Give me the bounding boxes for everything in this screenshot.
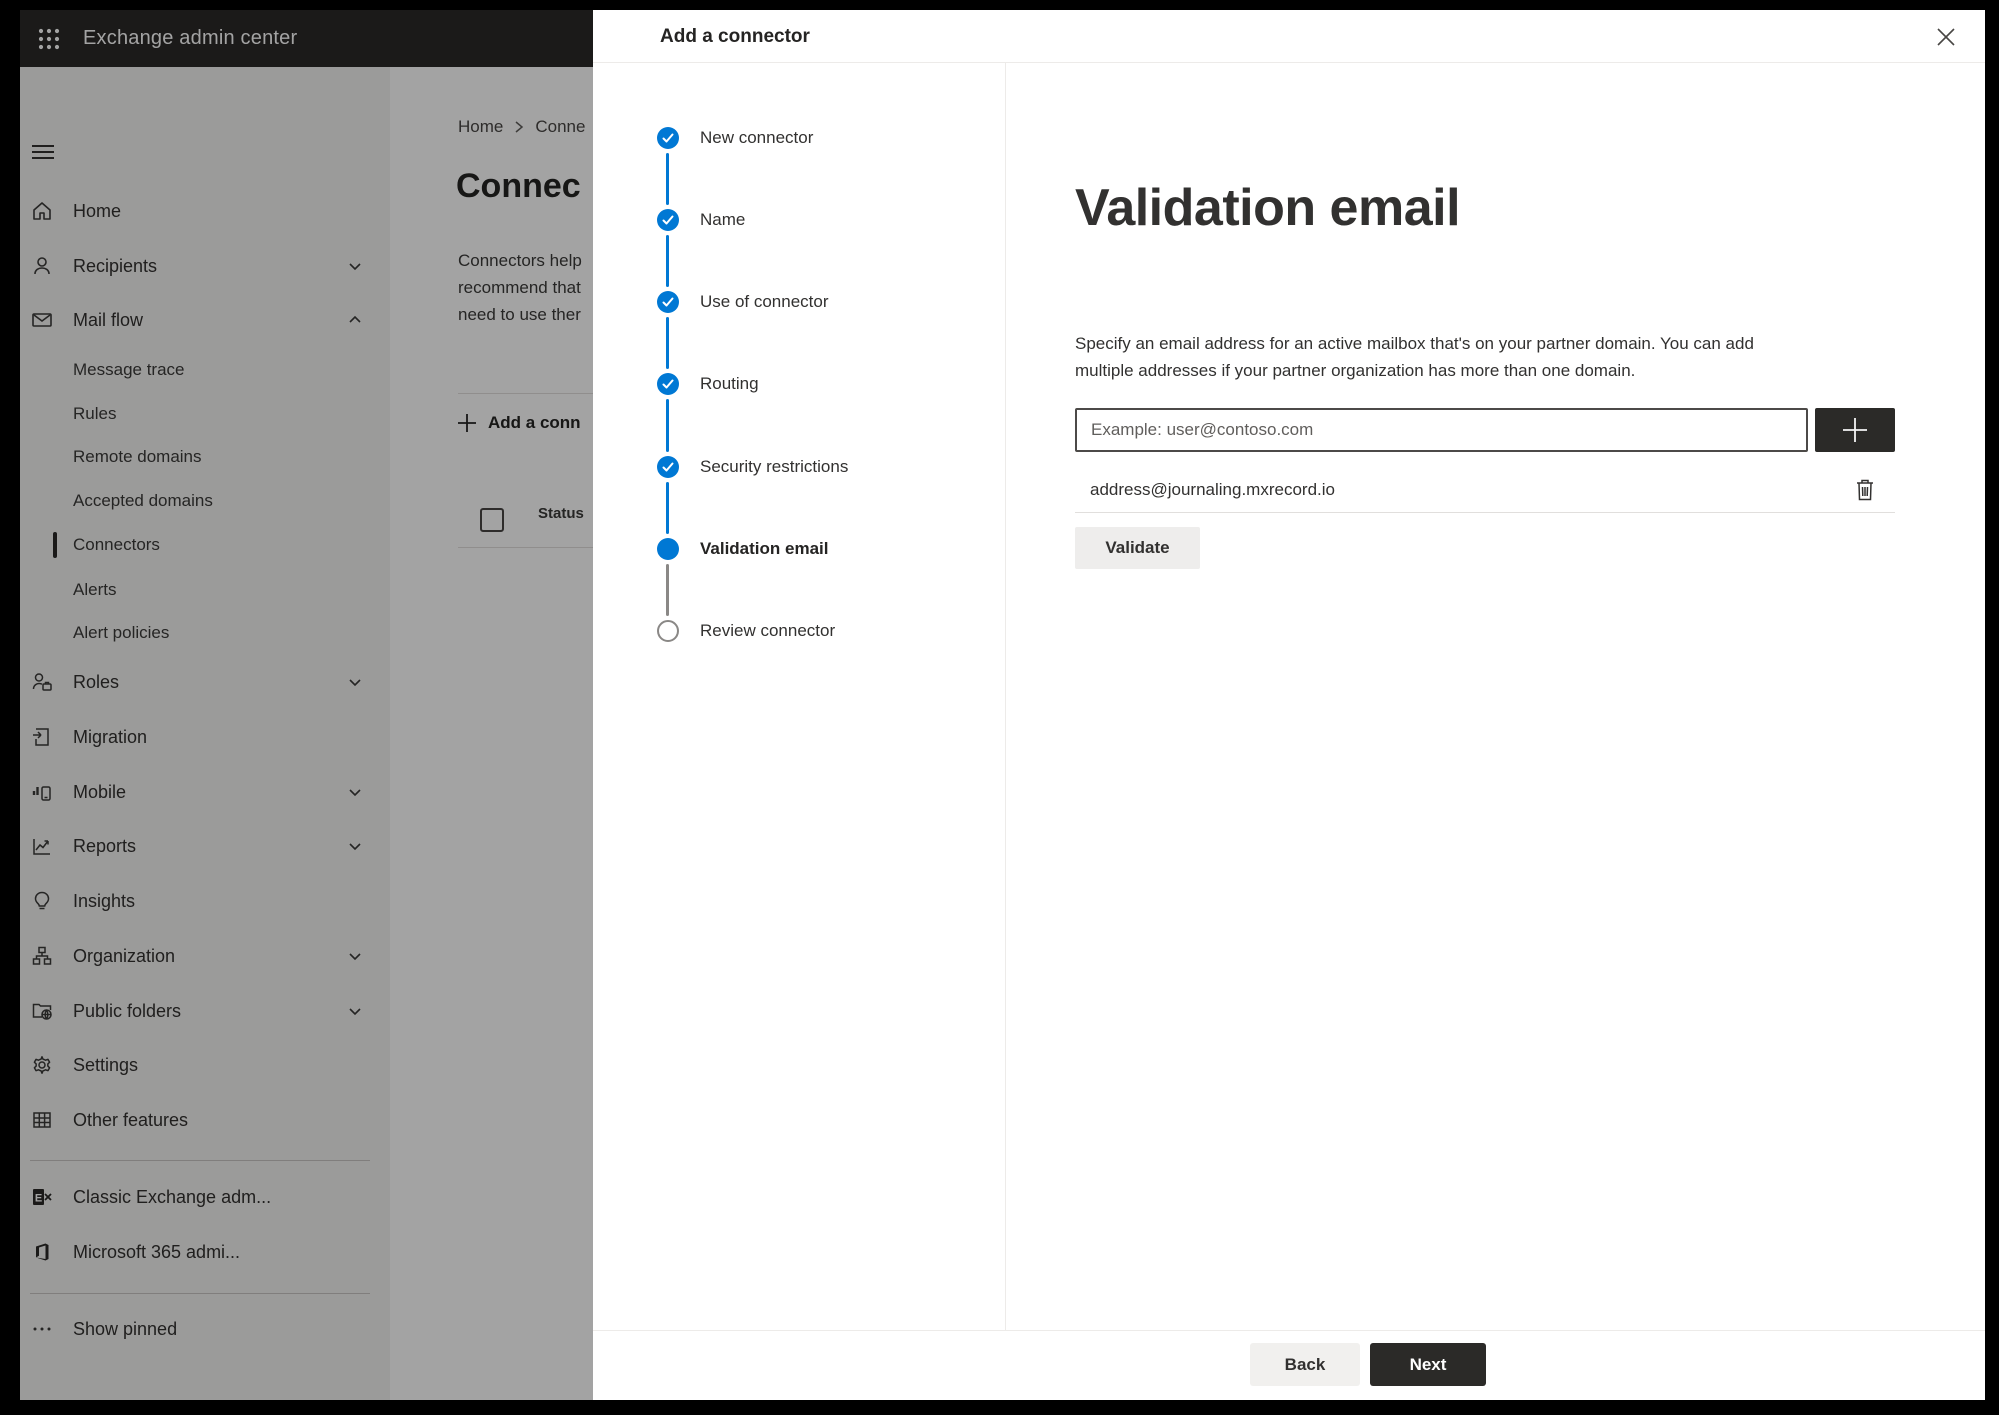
step-pending-icon <box>657 620 679 642</box>
step-label: Validation email <box>700 539 829 558</box>
step-label: Security restrictions <box>700 457 849 476</box>
step-current-icon <box>657 538 679 560</box>
trash-icon <box>1857 479 1873 501</box>
step-name[interactable]: Name <box>593 198 993 242</box>
close-icon <box>1937 28 1955 46</box>
step-label: New connector <box>700 128 814 147</box>
step-security-restrictions[interactable]: Security restrictions <box>593 445 993 489</box>
step-label: Routing <box>700 374 759 393</box>
step-done-icon <box>657 373 679 395</box>
back-button[interactable]: Back <box>1250 1343 1360 1386</box>
validate-button[interactable]: Validate <box>1075 527 1200 569</box>
step-done-icon <box>657 456 679 478</box>
step-label: Review connector <box>700 621 836 640</box>
step-routing[interactable]: Routing <box>593 362 993 406</box>
panel-title: Add a connector <box>660 25 810 47</box>
screenshot-frame: Exchange admin center Home Recipients Ma… <box>0 0 1999 1415</box>
address-list-item: address@journaling.mxrecord.io <box>1075 468 1895 512</box>
close-panel-button[interactable] <box>1933 24 1959 50</box>
step-done-icon <box>657 291 679 313</box>
delete-address-button[interactable] <box>1847 472 1883 508</box>
panel-footer-divider <box>593 1330 1985 1331</box>
description-line: Specify an email address for an active m… <box>1075 334 1754 353</box>
validation-email-description: Specify an email address for an active m… <box>1075 330 1754 384</box>
email-address-input[interactable] <box>1075 408 1808 452</box>
add-address-button[interactable] <box>1815 408 1895 452</box>
step-done-icon <box>657 127 679 149</box>
address-value: address@journaling.mxrecord.io <box>1090 480 1335 499</box>
add-connector-panel: Add a connector New connector Name Use o… <box>593 10 1985 1400</box>
step-validation-email[interactable]: Validation email <box>593 527 993 571</box>
step-label: Name <box>700 210 746 229</box>
next-button[interactable]: Next <box>1370 1343 1486 1386</box>
step-use-of-connector[interactable]: Use of connector <box>593 280 993 324</box>
stepper-content-divider <box>1005 63 1006 1330</box>
step-label: Use of connector <box>700 292 829 311</box>
panel-header: Add a connector <box>593 10 1985 63</box>
plus-icon <box>1843 418 1867 442</box>
step-review-connector[interactable]: Review connector <box>593 609 993 653</box>
step-new-connector[interactable]: New connector <box>593 116 993 160</box>
address-row-divider <box>1075 512 1895 513</box>
validation-email-heading: Validation email <box>1075 179 1461 237</box>
step-done-icon <box>657 209 679 231</box>
description-line: multiple addresses if your partner organ… <box>1075 361 1636 380</box>
